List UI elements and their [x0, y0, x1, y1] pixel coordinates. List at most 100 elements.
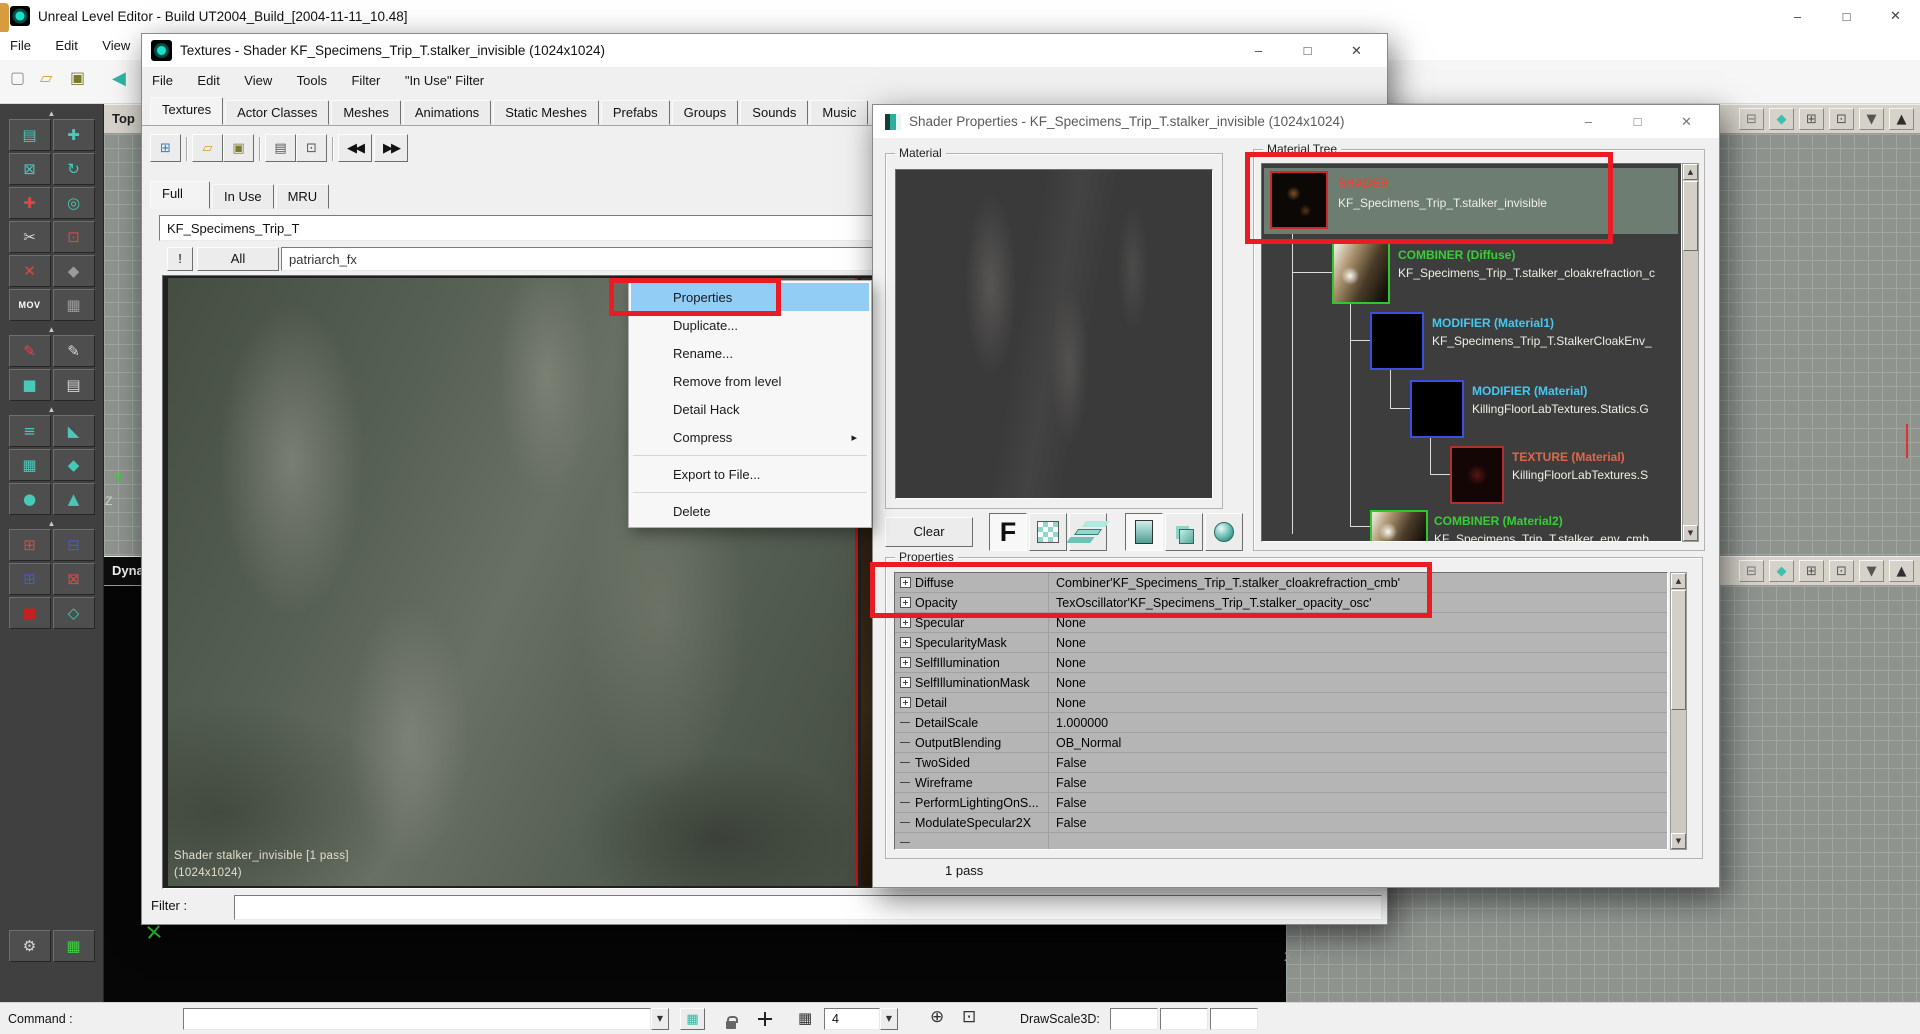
csg-button[interactable]: ⊠ — [53, 563, 95, 595]
material-tree-view[interactable]: SHADER KF_Specimens_Trip_T.stalker_invis… — [1261, 163, 1682, 542]
tool-button[interactable]: ▤ — [9, 119, 51, 151]
property-row[interactable]: SelfIlluminationMaskNone — [895, 673, 1667, 693]
expand-icon[interactable] — [895, 597, 915, 608]
command-dropdown-icon[interactable]: ▼ — [651, 1008, 669, 1030]
menu-item-compress[interactable]: Compress▸ — [631, 423, 869, 451]
tab-groups[interactable]: Groups — [672, 100, 739, 125]
menu-item-rename[interactable]: Rename... — [631, 339, 869, 367]
palette-scroll-up[interactable] — [6, 107, 98, 119]
menu-inuse-filter[interactable]: "In Use" Filter — [395, 67, 494, 94]
property-row[interactable]: ModulateSpecular2XFalse — [895, 813, 1667, 833]
texture-thumbnail[interactable] — [1450, 446, 1504, 504]
close-button[interactable]: ✕ — [1871, 0, 1920, 32]
command-input[interactable] — [183, 1008, 651, 1030]
menu-filter[interactable]: Filter — [341, 67, 390, 94]
primitive-button[interactable]: ● — [9, 483, 51, 515]
flat-preview-button[interactable] — [1125, 513, 1163, 551]
textures-titlebar[interactable]: Textures - Shader KF_Specimens_Trip_T.st… — [142, 34, 1387, 67]
primitive-button[interactable]: ▦ — [9, 449, 51, 481]
tool-button-mov[interactable]: MOV — [9, 289, 51, 321]
menu-edit[interactable]: Edit — [45, 32, 87, 59]
csg-button[interactable]: ◇ — [53, 597, 95, 629]
next-group-icon[interactable]: ▶▶ — [374, 134, 408, 162]
property-row[interactable]: SelfIlluminationNone — [895, 653, 1667, 673]
tab-actor-classes[interactable]: Actor Classes — [225, 100, 329, 125]
tool-button[interactable]: ↻ — [53, 153, 95, 185]
scroll-up-icon[interactable]: ▲ — [1683, 164, 1698, 180]
open-map-icon[interactable]: ▱ — [40, 70, 52, 86]
sphere-preview-button[interactable] — [1205, 513, 1243, 551]
csg-button[interactable]: ⊞ — [9, 529, 51, 561]
close-button[interactable]: ✕ — [1662, 105, 1711, 138]
screenshot-icon[interactable]: ⊡ — [962, 1009, 976, 1026]
menu-file[interactable]: File — [142, 67, 183, 94]
save-package-icon[interactable]: ▣ — [223, 134, 254, 162]
scroll-down-icon[interactable]: ▼ — [1671, 833, 1686, 849]
tree-scrollbar[interactable]: ▲ ▼ — [1682, 163, 1699, 542]
expand-icon[interactable] — [895, 697, 915, 708]
menu-item-duplicate[interactable]: Duplicate... — [631, 311, 869, 339]
properties-icon[interactable]: ▤ — [265, 134, 296, 162]
dock-browser-icon[interactable]: ⊞ — [150, 134, 181, 162]
viewport-window-icon[interactable]: ⊞ — [1799, 560, 1824, 582]
viewport-screen-icon[interactable]: ⊡ — [1829, 108, 1854, 130]
group-all-button[interactable]: All — [197, 247, 279, 271]
modifier-thumbnail[interactable] — [1410, 380, 1464, 438]
layers-view-button[interactable] — [1069, 513, 1107, 551]
scrollbar-thumb[interactable] — [1683, 181, 1698, 251]
viewport-maximize-icon[interactable]: ▲ — [1889, 560, 1914, 582]
main-titlebar[interactable]: Unreal Level Editor - Build UT2004_Build… — [0, 0, 1920, 32]
viewport-lock-icon[interactable]: ⊟ — [1739, 108, 1764, 130]
cube-preview-button[interactable] — [1165, 513, 1203, 551]
minimize-button[interactable]: – — [1773, 0, 1822, 32]
copy-icon[interactable]: ⊡ — [296, 134, 327, 162]
clear-button[interactable]: Clear — [885, 517, 973, 547]
tool-button[interactable]: ▤ — [53, 369, 95, 401]
tool-button[interactable]: ▦ — [53, 289, 95, 321]
realtime-globe-icon[interactable]: ⊕ — [930, 1009, 944, 1026]
property-row[interactable]: SpecularNone — [895, 613, 1667, 633]
maximize-button[interactable]: □ — [1283, 34, 1332, 67]
minimize-button[interactable]: – — [1234, 34, 1283, 67]
drawscale-x-field[interactable] — [1110, 1008, 1158, 1030]
primitive-button[interactable]: ◣ — [53, 415, 95, 447]
tool-button[interactable]: ✚ — [53, 119, 95, 151]
tool-button[interactable]: ◎ — [53, 187, 95, 219]
new-map-icon[interactable]: ▢ — [10, 70, 25, 86]
tab-mru[interactable]: MRU — [276, 184, 330, 209]
tab-meshes[interactable]: Meshes — [331, 100, 401, 125]
primitive-button[interactable]: ◆ — [53, 449, 95, 481]
property-row[interactable]: OutputBlendingOB_Normal — [895, 733, 1667, 753]
tab-animations[interactable]: Animations — [403, 100, 491, 125]
expand-icon[interactable] — [895, 577, 915, 588]
property-row[interactable]: DetailNone — [895, 693, 1667, 713]
tree-row-shader[interactable]: SHADER KF_Specimens_Trip_T.stalker_invis… — [1264, 168, 1678, 234]
primitive-button[interactable]: ≡ — [9, 415, 51, 447]
expand-icon[interactable] — [895, 617, 915, 628]
menu-file[interactable]: File — [0, 32, 41, 59]
csg-button[interactable]: ⊟ — [53, 529, 95, 561]
save-map-icon[interactable]: ▣ — [70, 70, 85, 86]
menu-view[interactable]: View — [92, 32, 140, 59]
menu-item-delete[interactable]: Delete — [631, 497, 869, 525]
property-row[interactable]: OpacityTexOscillator'KF_Specimens_Trip_T… — [895, 593, 1667, 613]
tab-in-use[interactable]: In Use — [212, 184, 274, 209]
scroll-up-icon[interactable]: ▲ — [1671, 573, 1686, 589]
scrollbar-thumb[interactable] — [1671, 590, 1686, 710]
tab-sounds[interactable]: Sounds — [740, 100, 808, 125]
expand-icon[interactable] — [895, 657, 915, 668]
drawscale-z-field[interactable] — [1210, 1008, 1258, 1030]
viewport-maximize-icon[interactable]: ▲ — [1889, 108, 1914, 130]
tool-button[interactable]: ⊡ — [53, 221, 95, 253]
utility-button[interactable]: ▦ — [53, 930, 95, 962]
grid-size-combo[interactable]: 4 — [824, 1008, 880, 1030]
properties-scrollbar[interactable]: ▲ ▼ — [1670, 572, 1687, 850]
menu-item-properties[interactable]: Properties — [631, 283, 869, 311]
property-row[interactable]: DiffuseCombiner'KF_Specimens_Trip_T.stal… — [895, 573, 1667, 593]
menu-edit[interactable]: Edit — [187, 67, 229, 94]
tool-button[interactable]: ✎ — [53, 335, 95, 367]
property-row[interactable]: SpecularityMaskNone — [895, 633, 1667, 653]
property-row[interactable]: TwoSidedFalse — [895, 753, 1667, 773]
menu-view[interactable]: View — [234, 67, 282, 94]
expand-icon[interactable] — [895, 637, 915, 648]
